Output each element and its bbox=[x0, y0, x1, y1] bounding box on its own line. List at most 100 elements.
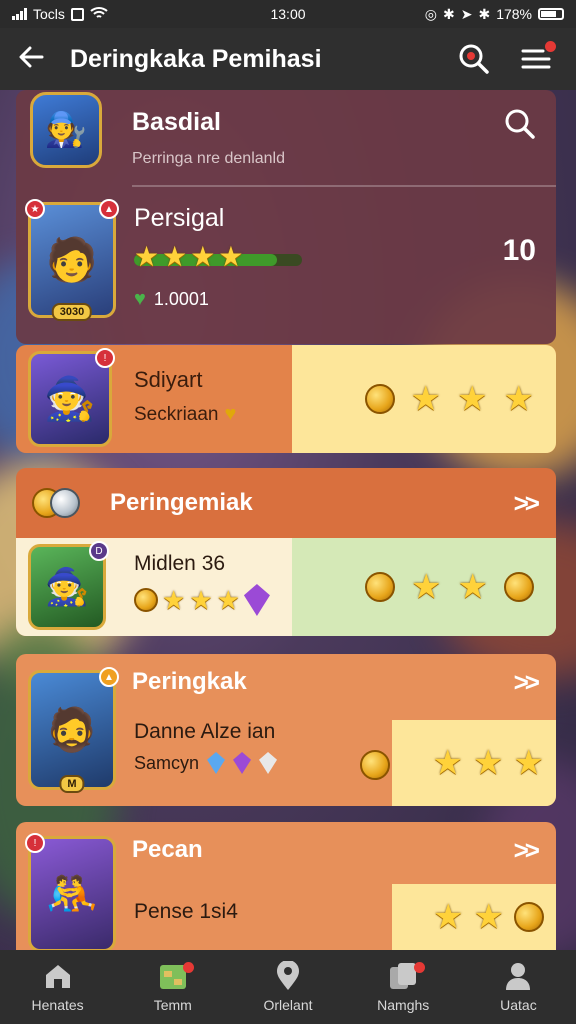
nav-tab-profile[interactable]: Uatac bbox=[461, 950, 576, 1024]
nav-tab-orlelant[interactable]: Orlelant bbox=[230, 950, 345, 1024]
reward-row[interactable]: 🧙 ! Sdiyart Seckriaan ♥ ★ ★ ★ bbox=[16, 345, 556, 453]
star-icon: ★ bbox=[411, 568, 442, 606]
chevron-right-icon[interactable]: >> bbox=[514, 488, 540, 519]
search-button[interactable] bbox=[452, 37, 496, 81]
star-icon: ★ bbox=[410, 380, 442, 418]
row-avatar: 🧔 ▲ M bbox=[28, 667, 119, 793]
player-rank: 10 bbox=[502, 234, 536, 267]
chevron-right-icon[interactable]: >> bbox=[514, 667, 540, 698]
wizard-portrait-icon: 🧙 bbox=[43, 374, 97, 422]
purple-gem-icon bbox=[233, 752, 252, 774]
row-level: M bbox=[59, 775, 85, 793]
row-icons: ★ ★ ★ bbox=[134, 584, 270, 616]
menu-button[interactable] bbox=[514, 37, 558, 81]
level-badge-icon: D bbox=[89, 541, 109, 561]
section-peringemiak: Peringemiak >> 🧙 D Midlen 36 ★ ★ ★ ★ ★ bbox=[16, 468, 556, 636]
nav-label: Henates bbox=[31, 997, 84, 1013]
header-subtitle: Perringa nre denlanld bbox=[132, 150, 285, 167]
star-icon: ★ bbox=[218, 241, 247, 272]
coin-icon bbox=[504, 572, 534, 602]
nav-label: Temm bbox=[153, 997, 192, 1013]
profile-icon bbox=[503, 961, 533, 991]
chevron-right-icon[interactable]: >> bbox=[514, 835, 540, 866]
wifi-icon bbox=[90, 6, 108, 23]
reward-items: ★ ★ ★ bbox=[392, 720, 556, 806]
page-title: Deringkaka Pemihasi bbox=[70, 44, 322, 73]
notification-dot bbox=[413, 962, 425, 973]
location-pin-icon bbox=[273, 961, 303, 991]
player-stars: ★★★★ bbox=[134, 241, 302, 272]
star-icon: ★ bbox=[457, 568, 488, 606]
reward-name: Sdiyart bbox=[134, 367, 203, 392]
star-icon: ★ bbox=[162, 241, 191, 272]
row-avatar: 🤼 ! bbox=[25, 833, 116, 950]
row-name: Midlen 36 bbox=[134, 552, 226, 575]
player-score: ♥ 1.0001 bbox=[134, 288, 209, 311]
star-icon: ★ bbox=[134, 241, 163, 272]
rank-badge-icon: ★ bbox=[25, 199, 45, 219]
alert-badge-icon: ! bbox=[95, 348, 115, 368]
nav-label: Orlelant bbox=[263, 997, 313, 1013]
reward-avatar: 🧙 ! bbox=[28, 348, 115, 447]
player-level: 3030 bbox=[51, 303, 93, 321]
nav-tab-home[interactable]: Henates bbox=[0, 950, 115, 1024]
header-search-icon[interactable] bbox=[504, 108, 536, 145]
battery-icon bbox=[538, 8, 564, 20]
heart-icon: ♥ bbox=[134, 288, 146, 310]
back-arrow-icon[interactable] bbox=[18, 44, 52, 74]
header-title: Basdial bbox=[132, 108, 221, 136]
nav-tab-team[interactable]: Temm bbox=[115, 950, 230, 1024]
gold-heart-icon: ♥ bbox=[224, 403, 237, 425]
section-pecan: Pecan >> 🤼 ! Pense 1si4 ★ ★ bbox=[16, 822, 556, 950]
nav-label: Namghs bbox=[377, 997, 430, 1013]
row-avatar: 🧙 D bbox=[28, 541, 109, 630]
brawler-portrait-icon: 🤼 bbox=[45, 869, 99, 917]
coin-icon bbox=[134, 588, 158, 612]
player-row[interactable]: 🧑 ★ ▲ 3030 Persigal ★★★★ ♥ 1.0001 10 bbox=[16, 190, 556, 342]
level-badge-icon: ▲ bbox=[99, 199, 119, 219]
star-icon: ★ bbox=[162, 584, 186, 615]
player-name: Persigal bbox=[134, 204, 225, 232]
nav-tab-namghs[interactable]: Namghs bbox=[346, 950, 461, 1024]
coin-icon bbox=[514, 902, 544, 932]
leaderboard-header-card: 🧑‍🔧 Basdial Perringa nre denlanld 🧑 ★ ▲ … bbox=[16, 90, 556, 344]
location-icon: ➤ bbox=[460, 5, 473, 22]
blue-gem-icon bbox=[207, 752, 226, 774]
row-name: Pense 1si4 bbox=[134, 900, 238, 923]
battery-percent: 178% bbox=[496, 6, 532, 22]
guild-emblem[interactable]: 🧑‍🔧 bbox=[30, 92, 102, 168]
row-name: Danne Alze ian bbox=[134, 720, 276, 743]
section-row[interactable]: 🧙 D Midlen 36 ★ ★ ★ ★ ★ bbox=[16, 538, 556, 636]
status-bar: Tocls 13:00 ◎ ✱ ➤ ✱ 178% bbox=[0, 0, 576, 28]
section-header[interactable]: Peringemiak >> bbox=[16, 468, 556, 538]
row-sub-text: Samcyn bbox=[134, 752, 200, 773]
coin-icon bbox=[365, 572, 396, 602]
row-sub: Samcyn bbox=[134, 752, 278, 774]
data-icon: ✱ bbox=[478, 5, 491, 22]
carrier-label: Tocls bbox=[33, 6, 65, 22]
star-icon: ★ bbox=[513, 744, 544, 782]
alarm-icon: ◎ bbox=[424, 5, 437, 22]
reward-items: ★ ★ bbox=[392, 884, 556, 950]
player-portrait-icon: 🧑 bbox=[45, 235, 99, 283]
notification-dot bbox=[183, 962, 195, 973]
bluetooth-icon: ✱ bbox=[442, 5, 455, 22]
leaderboard-content: 🧑‍🔧 Basdial Perringa nre denlanld 🧑 ★ ▲ … bbox=[0, 90, 576, 950]
reward-items: ★ ★ bbox=[292, 538, 556, 636]
star-icon: ★ bbox=[457, 380, 488, 418]
score-value: 1.0001 bbox=[153, 289, 209, 309]
star-icon: ★ bbox=[190, 241, 219, 272]
signal-icon bbox=[12, 8, 27, 20]
section-title: Peringkak bbox=[132, 668, 247, 695]
coins-stack-icon bbox=[32, 488, 80, 518]
star-icon: ★ bbox=[503, 380, 534, 418]
bottom-navigation: Henates Temm Orlelant Namghs Uatac bbox=[0, 950, 576, 1024]
divider bbox=[132, 185, 556, 187]
section-title: Pecan bbox=[132, 836, 203, 863]
nav-label: Uatac bbox=[500, 997, 537, 1013]
house-icon bbox=[43, 961, 73, 991]
app-bar: Deringkaka Pemihasi bbox=[0, 28, 576, 90]
section-peringkak: Peringkak >> 🧔 ▲ M Danne Alze ian Samcyn… bbox=[16, 654, 556, 806]
star-icon: ★ bbox=[473, 898, 504, 936]
flame-badge-icon: ▲ bbox=[99, 667, 119, 687]
